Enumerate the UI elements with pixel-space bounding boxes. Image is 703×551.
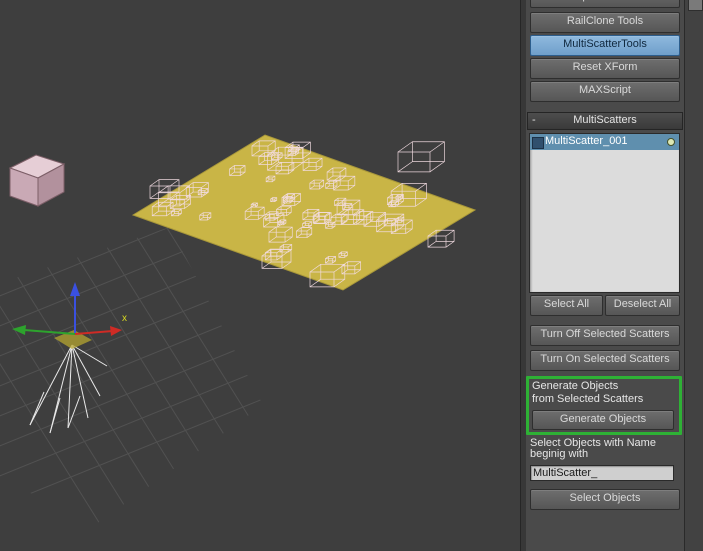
select-objects-button[interactable]: Select Objects: [530, 489, 680, 510]
panel-scroll-handle[interactable]: [688, 0, 703, 11]
generate-caption-line1: Generate Objects: [532, 380, 619, 392]
axis-z-arrow[interactable]: [70, 282, 80, 334]
scatter-item-name: MultiScatter_001: [545, 135, 628, 147]
railclone-tools-button[interactable]: RailClone Tools: [530, 12, 680, 33]
scatter-list-item[interactable]: MultiScatter_001: [530, 134, 679, 150]
viewport-canvas[interactable]: x: [0, 0, 520, 551]
turn-on-selected-button[interactable]: Turn On Selected Scatters: [530, 350, 680, 371]
generate-objects-button[interactable]: Generate Objects: [532, 410, 674, 430]
transform-gizmo[interactable]: x: [12, 282, 127, 349]
command-panel: Perspective Match RailClone Tools MultiS…: [526, 0, 684, 551]
turn-off-selected-button[interactable]: Turn Off Selected Scatters: [530, 325, 680, 346]
axis-y-arrow[interactable]: [12, 325, 76, 335]
rollout-collapse-icon[interactable]: -: [532, 113, 542, 128]
axis-x-label: x: [122, 313, 127, 324]
perspective-match-button[interactable]: Perspective Match: [530, 0, 680, 8]
scatter-enabled-indicator[interactable]: [667, 138, 675, 146]
select-by-name-caption-line2: beginig with: [530, 448, 589, 460]
rollout-multiscatters[interactable]: - MultiScatters: [527, 112, 683, 130]
viewport[interactable]: x: [0, 0, 520, 551]
maxscript-button[interactable]: MAXScript: [530, 81, 680, 102]
reset-xform-button[interactable]: Reset XForm: [530, 58, 680, 79]
deselect-all-button[interactable]: Deselect All: [605, 295, 680, 316]
scatter-list[interactable]: MultiScatter_001: [529, 133, 680, 293]
select-all-button[interactable]: Select All: [530, 295, 603, 316]
name-prefix-input[interactable]: [530, 465, 674, 481]
generate-caption-line2: from Selected Scatters: [532, 393, 644, 405]
multiscatter-tools-button[interactable]: MultiScatterTools: [530, 35, 680, 56]
generate-section-highlight: Generate Objects from Selected Scatters …: [526, 376, 682, 435]
box-object[interactable]: [8, 154, 66, 207]
panel-edge-strip: [684, 0, 703, 551]
rollout-title: MultiScatters: [573, 114, 637, 126]
selected-object-wireframe: [29, 344, 108, 434]
scatter-item-icon: [532, 137, 544, 149]
